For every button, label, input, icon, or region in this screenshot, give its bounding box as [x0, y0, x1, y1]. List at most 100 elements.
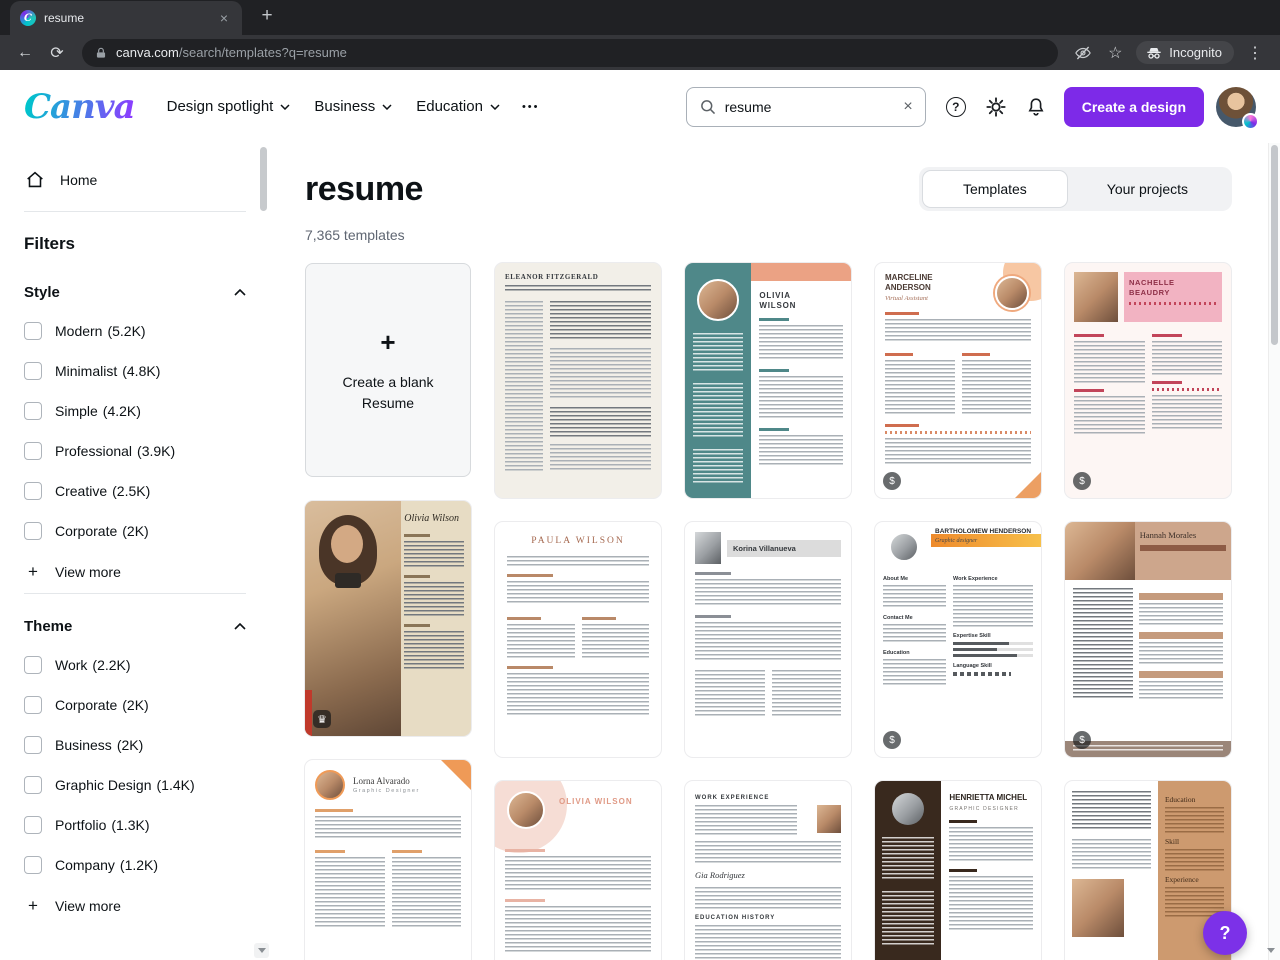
section-title: EDUCATION HISTORY [695, 915, 776, 921]
address-bar[interactable]: canva.com/search/templates?q=resume [82, 38, 1059, 67]
sidebar-scroll-down-button[interactable] [254, 943, 269, 958]
text-lines [883, 659, 946, 685]
text-lines [1072, 839, 1151, 869]
template-card[interactable]: OLIVIA WILSON [495, 781, 661, 960]
help-fab[interactable]: ? [1203, 911, 1247, 955]
text-lines [507, 673, 649, 717]
tab-your-projects[interactable]: Your projects [1067, 171, 1228, 207]
checkbox[interactable] [24, 402, 42, 420]
view-more-theme[interactable]: + View more [24, 885, 250, 927]
search-icon [700, 99, 715, 114]
section-bar [949, 820, 978, 824]
template-card[interactable]: HENRIETTA MICHEL GRAPHIC DESIGNER [875, 781, 1041, 960]
filter-option-corporate[interactable]: Corporate (2K) [24, 511, 250, 551]
create-a-design-button[interactable]: Create a design [1063, 86, 1204, 127]
template-card[interactable]: MARCELINE ANDERSON Virtual Assistant $ [875, 263, 1041, 498]
text-lines [693, 449, 744, 485]
browser-tab[interactable]: C resume × [10, 1, 242, 35]
checkbox[interactable] [24, 736, 42, 754]
checkbox[interactable] [24, 776, 42, 794]
filter-option-graphic-design[interactable]: Graphic Design (1.4K) [24, 765, 250, 805]
section-bar [581, 617, 616, 620]
filter-label: Corporate [55, 697, 118, 713]
checkbox[interactable] [24, 362, 42, 380]
tab-templates[interactable]: Templates [922, 171, 1067, 207]
checkbox[interactable] [24, 656, 42, 674]
filter-option-corporate-theme[interactable]: Corporate (2K) [24, 685, 250, 725]
sidebar-scrollbar-thumb[interactable] [260, 147, 267, 211]
template-card[interactable]: BARTHOLOMEW HENDERSON Graphic designer A… [875, 522, 1041, 757]
text-lines [1073, 745, 1223, 753]
checkbox[interactable] [24, 696, 42, 714]
template-card[interactable]: Hannah Morales $ [1065, 522, 1231, 757]
eye-off-icon[interactable] [1068, 39, 1098, 67]
close-tab-icon[interactable]: × [216, 10, 232, 26]
filter-section-theme[interactable]: Theme [24, 594, 250, 645]
sidebar-item-home[interactable]: Home [24, 161, 250, 211]
template-card[interactable]: Lorna Alvarado Graphic Designer [305, 760, 471, 960]
filter-option-work[interactable]: Work (2.2K) [24, 645, 250, 685]
section-bar [1139, 593, 1223, 600]
new-tab-button[interactable]: + [254, 3, 280, 29]
template-card[interactable]: NACHELLE BEAUDRY $ [1065, 263, 1231, 498]
nav-more-icon[interactable]: ••• [512, 91, 550, 123]
template-card[interactable]: Korina Villanueva [685, 522, 851, 757]
accent-stripe [305, 690, 312, 736]
photo [892, 793, 925, 825]
browser-menu-icon[interactable]: ⋮ [1240, 39, 1270, 67]
page-scrollbar-thumb[interactable] [1271, 145, 1278, 345]
filter-option-portfolio[interactable]: Portfolio (1.3K) [24, 805, 250, 845]
photo [817, 805, 841, 833]
scroll-down-button[interactable] [1263, 943, 1278, 958]
filter-option-business[interactable]: Business (2K) [24, 725, 250, 765]
filter-section-style[interactable]: Style [24, 260, 250, 311]
avatar[interactable] [1216, 86, 1259, 130]
checkbox[interactable] [24, 816, 42, 834]
template-card[interactable]: ELEANOR FITZGERALD [495, 263, 661, 498]
tab-title: resume [44, 11, 85, 25]
checkbox[interactable] [24, 856, 42, 874]
avatar-badge [1242, 112, 1259, 130]
template-card[interactable]: Olivia Wilson ♛ [305, 501, 471, 736]
premium-crown-badge: ♛ [313, 710, 331, 728]
notifications-button[interactable] [1016, 87, 1056, 127]
template-card[interactable]: OLIVIA WILSON [685, 263, 851, 498]
checkbox[interactable] [24, 482, 42, 500]
clear-search-icon[interactable]: × [903, 98, 912, 116]
nav-business[interactable]: Business [302, 88, 404, 125]
back-button[interactable]: ← [10, 39, 40, 67]
filter-option-professional[interactable]: Professional (3.9K) [24, 431, 250, 471]
chevron-up-icon [234, 289, 246, 296]
nav-design-spotlight[interactable]: Design spotlight [155, 88, 303, 125]
checkbox[interactable] [24, 442, 42, 460]
template-name: Korina Villanueva [733, 544, 796, 553]
checkbox[interactable] [24, 322, 42, 340]
canva-logo[interactable]: Canva [24, 87, 136, 127]
filter-option-company[interactable]: Company (1.2K) [24, 845, 250, 885]
view-more-style[interactable]: + View more [24, 551, 250, 593]
page-scrollbar[interactable] [1266, 143, 1280, 960]
help-button[interactable]: ? [936, 87, 976, 127]
resume-sidebar [685, 263, 752, 498]
search-input[interactable] [724, 98, 896, 115]
text-lines [961, 360, 1031, 416]
text-lines [693, 333, 744, 373]
incognito-icon [1147, 47, 1161, 59]
reload-button[interactable]: ⟳ [42, 39, 72, 67]
filter-option-simple[interactable]: Simple (4.2K) [24, 391, 250, 431]
filter-option-modern[interactable]: Modern (5.2K) [24, 311, 250, 351]
template-card[interactable]: PAULA WILSON [495, 522, 661, 757]
template-name: PAULA WILSON [531, 536, 625, 546]
search-box[interactable]: × [685, 86, 926, 127]
text-lines [885, 438, 1031, 464]
settings-button[interactable] [976, 87, 1016, 127]
checkbox[interactable] [24, 522, 42, 540]
section-title: WORK EXPERIENCE [695, 795, 770, 801]
template-card[interactable]: WORK EXPERIENCE Gia Rodriguez EDUCATION … [685, 781, 851, 960]
filter-option-minimalist[interactable]: Minimalist (4.8K) [24, 351, 250, 391]
filter-option-creative[interactable]: Creative (2.5K) [24, 471, 250, 511]
bookmark-star-icon[interactable]: ☆ [1100, 39, 1130, 67]
create-blank-resume-card[interactable]: + Create a blank Resume [305, 263, 471, 477]
nav-education[interactable]: Education [404, 88, 512, 125]
text-lines [1073, 588, 1133, 698]
